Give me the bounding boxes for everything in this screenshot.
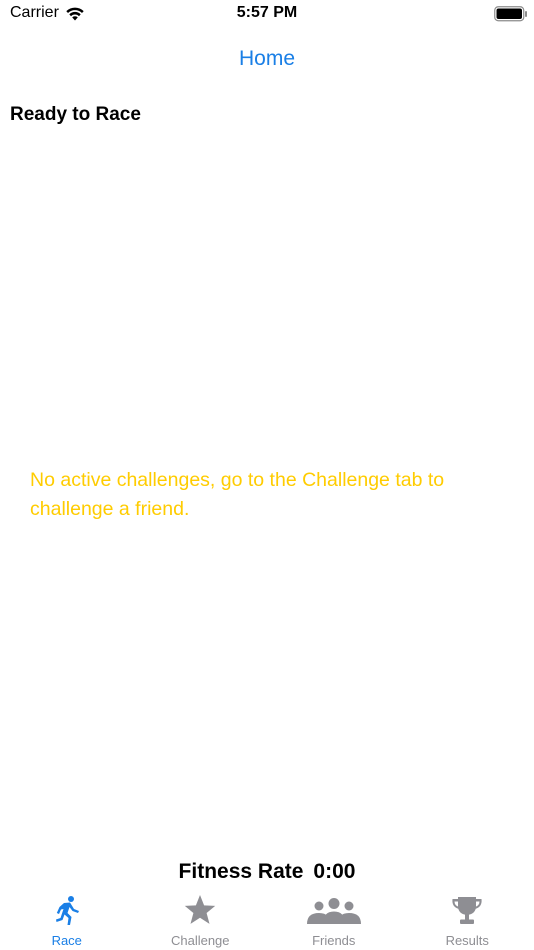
no-challenges-message: No active challenges, go to the Challeng… <box>30 469 445 520</box>
tab-challenge-label: Challenge <box>170 933 230 948</box>
tab-challenge[interactable]: Challenge <box>134 890 268 950</box>
tab-friends-label: Friends <box>312 933 356 948</box>
fitness-rate-value: 0:00 <box>313 860 356 883</box>
tab-results[interactable]: Results <box>401 890 534 950</box>
nav-title: Home <box>238 47 296 70</box>
trophy-icon <box>452 897 482 924</box>
tab-race-label: Race <box>51 933 82 948</box>
battery-icon <box>494 6 527 22</box>
fitness-rate-row: Fitness Rate 0:00 <box>0 860 534 884</box>
tab-bar: Race Challenge Friends Results <box>0 890 534 950</box>
clock-time: 5:57 PM <box>236 4 298 21</box>
status-bar: Carrier 5:57 PM <box>0 0 534 28</box>
tab-results-label: Results <box>445 933 489 948</box>
tab-friends[interactable]: Friends <box>267 890 401 950</box>
section-title: Ready to Race <box>10 104 141 125</box>
tab-race[interactable]: Race <box>0 890 134 950</box>
star-icon <box>185 895 216 924</box>
runner-icon <box>55 896 79 925</box>
home-screen: Carrier 5:57 PM Home Ready to Race No ac… <box>0 0 534 950</box>
fitness-rate-label: Fitness Rate <box>178 860 304 883</box>
people-icon <box>306 898 361 924</box>
